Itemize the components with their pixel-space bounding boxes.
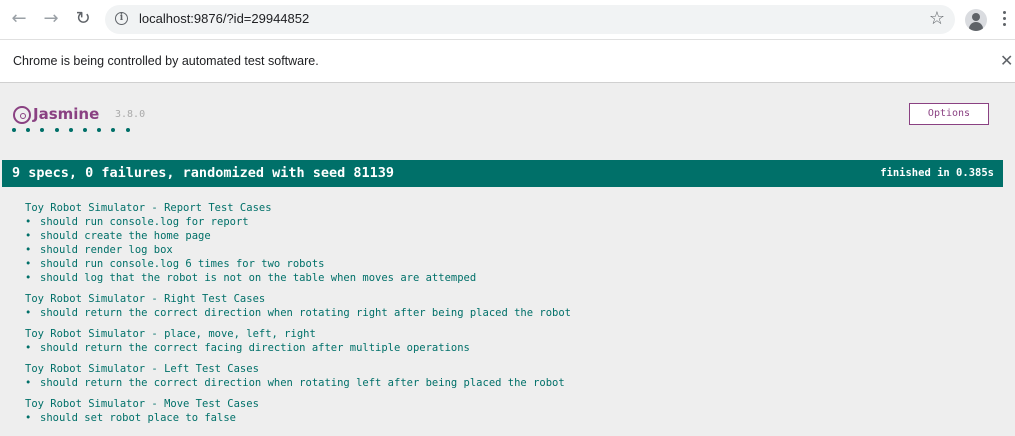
- info-icon[interactable]: i: [115, 12, 128, 25]
- suite-title[interactable]: Toy Robot Simulator - place, move, left,…: [25, 327, 1005, 341]
- url-text[interactable]: localhost:9876/?id=29944852: [139, 11, 309, 26]
- spec-dot[interactable]: [83, 128, 87, 132]
- spec-result[interactable]: should return the correct facing directi…: [25, 341, 1005, 355]
- spec-result[interactable]: should render log box: [25, 243, 1005, 257]
- suite-title[interactable]: Toy Robot Simulator - Left Test Cases: [25, 362, 1005, 376]
- back-icon[interactable]: ←: [8, 8, 30, 30]
- spec-dot[interactable]: [40, 128, 45, 132]
- options-button[interactable]: Options: [909, 103, 989, 125]
- jasmine-flower-icon: [13, 106, 31, 124]
- spec-result[interactable]: should set robot place to false: [25, 411, 1005, 425]
- spec-result[interactable]: should create the home page: [25, 229, 1005, 243]
- spec-result[interactable]: should run console.log for report: [25, 215, 1005, 229]
- browser-toolbar: ← → ↻ i localhost:9876/?id=29944852 ☆: [0, 0, 1015, 39]
- profile-avatar-icon[interactable]: [965, 9, 987, 31]
- address-bar[interactable]: i localhost:9876/?id=29944852 ☆: [105, 5, 955, 34]
- spec-dot[interactable]: [26, 128, 31, 132]
- spec-dot[interactable]: [125, 128, 130, 132]
- reload-icon[interactable]: ↻: [72, 8, 94, 30]
- jasmine-reporter: Jasmine 3.8.0 Options 9 specs, 0 failure…: [0, 84, 1015, 436]
- forward-icon[interactable]: →: [40, 8, 62, 30]
- close-icon[interactable]: ✕: [1000, 51, 1013, 70]
- spec-dot[interactable]: [68, 128, 73, 132]
- results-list: Toy Robot Simulator - Report Test Casess…: [25, 201, 1005, 432]
- duration-text: finished in 0.385s: [880, 167, 994, 179]
- suite: Toy Robot Simulator - Move Test Casessho…: [25, 397, 1005, 425]
- summary-text: 9 specs, 0 failures, randomized with see…: [12, 165, 395, 181]
- spec-dot[interactable]: [97, 128, 102, 132]
- suite-title[interactable]: Toy Robot Simulator - Report Test Cases: [25, 201, 1005, 215]
- spec-result[interactable]: should return the correct direction when…: [25, 376, 1005, 390]
- spec-dot[interactable]: [12, 128, 16, 132]
- suite-title[interactable]: Toy Robot Simulator - Move Test Cases: [25, 397, 1005, 411]
- infobar-message: Chrome is being controlled by automated …: [13, 54, 319, 68]
- suite-title[interactable]: Toy Robot Simulator - Right Test Cases: [25, 292, 1005, 306]
- spec-result[interactable]: should return the correct direction when…: [25, 306, 1005, 320]
- logo-text: Jasmine: [33, 105, 100, 123]
- spec-dot[interactable]: [54, 128, 59, 132]
- suite: Toy Robot Simulator - Left Test Casessho…: [25, 362, 1005, 390]
- spec-dot[interactable]: [111, 128, 116, 132]
- spec-result[interactable]: should run console.log 6 times for two r…: [25, 257, 1005, 271]
- suite: Toy Robot Simulator - Right Test Casessh…: [25, 292, 1005, 320]
- spec-result[interactable]: should log that the robot is not on the …: [25, 271, 1005, 285]
- version-label: 3.8.0: [115, 109, 146, 120]
- suite: Toy Robot Simulator - Report Test Casess…: [25, 201, 1005, 285]
- suite: Toy Robot Simulator - place, move, left,…: [25, 327, 1005, 355]
- bookmark-star-icon[interactable]: ☆: [929, 8, 945, 29]
- summary-bar: 9 specs, 0 failures, randomized with see…: [2, 160, 1003, 187]
- automation-infobar: Chrome is being controlled by automated …: [0, 39, 1015, 83]
- more-menu-icon[interactable]: [1003, 11, 1007, 29]
